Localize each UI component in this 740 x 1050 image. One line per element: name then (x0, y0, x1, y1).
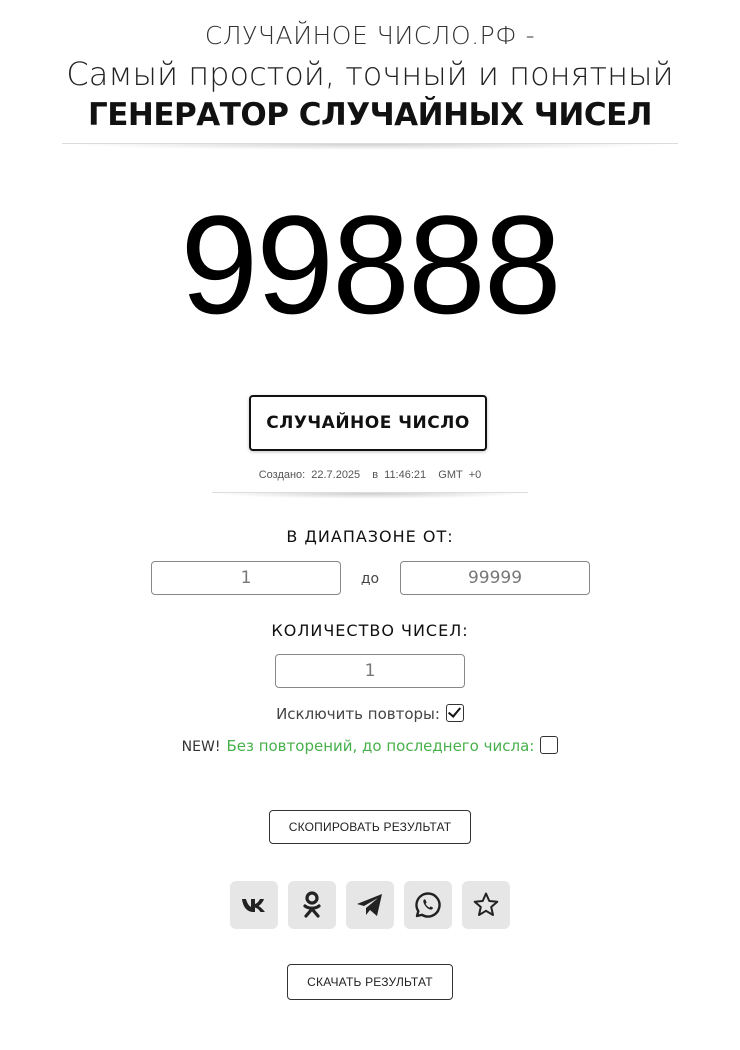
exclude-repeats-checkbox[interactable] (445, 704, 464, 722)
range-from-input[interactable] (151, 561, 341, 595)
header-divider (62, 143, 678, 150)
created-at: в (372, 469, 379, 481)
site-tagline: Самый простой, точный и понятный (66, 55, 674, 93)
whatsapp-icon (415, 892, 441, 918)
count-label: КОЛИЧЕСТВО ЧИСЕЛ: (271, 621, 469, 640)
created-prefix: Создано: (258, 469, 306, 481)
random-number-result: 99888 (180, 186, 561, 343)
no-repeats-label: Без повторений, до последнего числа: (226, 737, 535, 755)
exclude-repeats-label: Исключить повторы: (276, 705, 440, 723)
created-tz-value: +0 (468, 469, 482, 481)
share-whatsapp-button[interactable] (404, 881, 452, 929)
site-name: СЛУЧАЙНОЕ ЧИСЛО.РФ - (204, 21, 536, 50)
star-icon (473, 892, 499, 916)
share-favorite-button[interactable] (462, 881, 510, 929)
generate-button[interactable]: СЛУЧАЙНОЕ ЧИСЛО (249, 395, 487, 451)
created-time: 11:46:21 (384, 469, 427, 481)
range-to-label: до (360, 571, 380, 587)
created-date: 22.7.2025 (311, 469, 361, 481)
odnoklassniki-icon (303, 891, 321, 918)
share-telegram-button[interactable] (346, 881, 394, 929)
share-odnoklassniki-button[interactable] (288, 881, 336, 929)
page-header: СЛУЧАЙНОЕ ЧИСЛО.РФ - Самый простой, точн… (0, 18, 740, 135)
range-label: В ДИАПАЗОНЕ ОТ: (286, 527, 454, 546)
range-to-input[interactable] (400, 561, 590, 595)
page-title: ГЕНЕРАТОР СЛУЧАЙНЫХ ЧИСЕЛ (87, 97, 653, 133)
no-repeats-checkbox[interactable] (540, 736, 559, 754)
share-vk-button[interactable] (230, 881, 278, 929)
copy-result-button[interactable]: СКОПИРОВАТЬ РЕЗУЛЬТАТ (269, 810, 471, 844)
created-timestamp: Создано: 22.7.2025 в 11:46:21 GMT +0 (0, 469, 740, 481)
no-repeats-row: NEW! Без повторений, до последнего числа: (0, 736, 740, 755)
telegram-icon (357, 894, 382, 916)
exclude-repeats-row: Исключить повторы: (0, 704, 740, 723)
count-input[interactable] (275, 654, 465, 688)
vk-icon (242, 899, 265, 912)
download-result-button[interactable]: СКАЧАТЬ РЕЗУЛЬТАТ (287, 964, 453, 1000)
new-badge: NEW! (181, 739, 221, 755)
result-divider (212, 492, 528, 499)
created-tz-label: GMT (438, 469, 463, 481)
